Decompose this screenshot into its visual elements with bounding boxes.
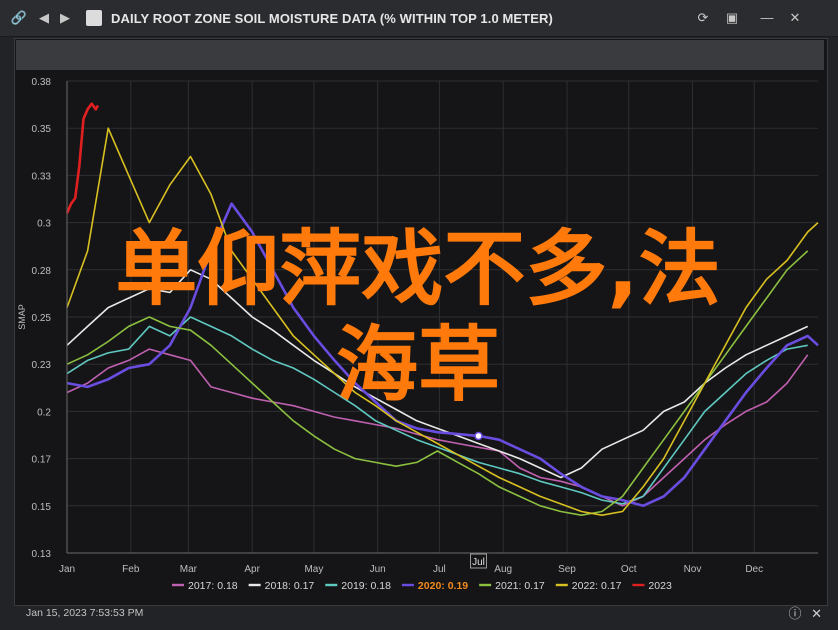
x-tick-label: Sep: [558, 564, 576, 575]
y-tick-label: 0.35: [32, 124, 52, 135]
x-tick-label: Apr: [244, 564, 260, 575]
x-tick-label: Dec: [745, 564, 763, 575]
legend-item[interactable]: 2022: 0.17: [572, 580, 622, 592]
series-layer: [65, 102, 819, 517]
legend-item[interactable]: 2020: 0.19: [418, 580, 468, 592]
y-axis-label: SMAP: [17, 304, 27, 330]
cursor-marker: [474, 431, 483, 441]
series-line-3: [66, 202, 819, 508]
axis-layer: 0.38 0.35 0.33 0.3 0.28 0.25 0.23 0.2 0.17 0.15 0.…: [17, 77, 818, 575]
chart-svg: 0.38 0.35 0.33 0.3 0.28 0.25 0.23 0.2 0.17 0.15 0.…: [17, 77, 819, 592]
cursor-label: Jul: [472, 557, 485, 568]
legend-item[interactable]: 2019: 0.18: [341, 580, 391, 592]
y-tick-label: 0.15: [32, 502, 52, 513]
x-tick-label: Jul: [433, 564, 446, 575]
y-tick-label: 0.13: [32, 549, 52, 560]
x-tick-label: Aug: [494, 564, 512, 575]
y-tick-label: 0.3: [37, 219, 51, 230]
x-tick-label: Mar: [180, 564, 198, 575]
legend-item[interactable]: 2021: 0.17: [495, 580, 545, 592]
footer-icons: ⓘ ✕: [788, 603, 822, 622]
x-tick-label: Jun: [370, 564, 386, 575]
y-tick-label: 0.33: [32, 171, 52, 182]
x-tick-label: Oct: [621, 564, 637, 575]
y-tick-label: 0.17: [32, 455, 52, 466]
grid-layer: [66, 80, 818, 554]
y-tick-label: 0.2: [37, 407, 51, 418]
series-line-4: [66, 250, 809, 517]
y-tick-label: 0.25: [32, 313, 52, 324]
x-tick-label: May: [304, 564, 323, 575]
info-icon[interactable]: ⓘ: [788, 606, 801, 621]
legend-item[interactable]: 2018: 0.17: [265, 580, 315, 592]
footer-timestamp: Jan 15, 2023 7:53:53 PM: [26, 607, 144, 619]
close-icon[interactable]: ✕: [811, 606, 822, 621]
x-tick-label: Nov: [684, 564, 702, 575]
x-tick-label: Jan: [59, 564, 75, 575]
legend-layer: 2017: 0.18 2018: 0.17 2019: 0.18 2020: 0.19…: [172, 580, 672, 592]
series-line-0: [66, 348, 809, 507]
y-tick-label: 0.28: [32, 266, 52, 277]
y-tick-label: 0.23: [32, 360, 52, 371]
series-line-2: [66, 316, 808, 505]
legend-item[interactable]: 2023: [648, 580, 672, 592]
x-tick-label: Feb: [122, 564, 140, 575]
y-tick-label: 0.38: [32, 77, 52, 88]
series-line-6: [65, 102, 100, 214]
series-line-5: [66, 127, 819, 517]
legend-item[interactable]: 2017: 0.18: [188, 580, 238, 592]
